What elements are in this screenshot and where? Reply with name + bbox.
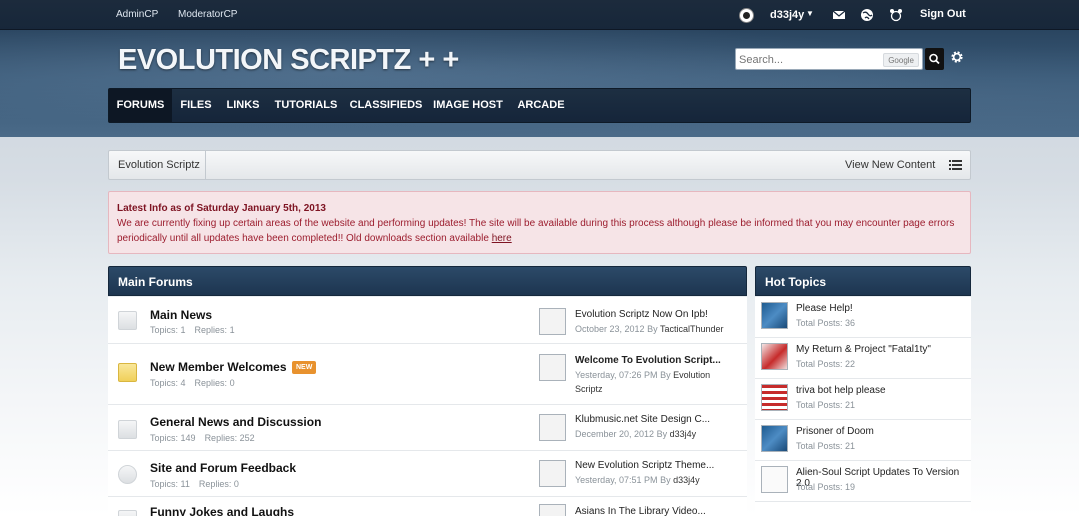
topic-author-avatar[interactable] bbox=[761, 466, 788, 493]
tab-files[interactable]: FILES bbox=[175, 89, 217, 122]
last-post-meta: December 20, 2012 By d33j4y bbox=[575, 429, 697, 439]
hot-topic-posts: Total Posts: 21 bbox=[796, 400, 856, 410]
topic-author-avatar[interactable] bbox=[761, 384, 788, 411]
forum-title[interactable]: Main News bbox=[150, 308, 212, 322]
last-poster-avatar[interactable] bbox=[539, 354, 566, 381]
last-poster-avatar[interactable] bbox=[539, 414, 566, 441]
forum-row: Funny Jokes and Laughs Asians In The Lib… bbox=[108, 498, 747, 516]
search-input[interactable] bbox=[739, 52, 879, 67]
gear-icon[interactable] bbox=[949, 49, 965, 65]
hot-topics-heading[interactable]: Hot Topics bbox=[755, 266, 971, 296]
list-icon[interactable] bbox=[949, 159, 962, 171]
notice-here-link[interactable]: here bbox=[492, 233, 512, 244]
last-post-title[interactable]: Asians In The Library Video... bbox=[575, 506, 706, 516]
last-poster-avatar[interactable] bbox=[539, 460, 566, 487]
last-poster-avatar[interactable] bbox=[539, 504, 566, 516]
hot-topic-item: Prisoner of Doom Total Posts: 21 bbox=[755, 420, 971, 461]
breadcrumb: Evolution Scriptz View New Content bbox=[108, 150, 971, 180]
forum-stats: Topics: 4 Replies: 0 bbox=[150, 378, 235, 388]
last-poster-link[interactable]: TacticalThunder bbox=[660, 324, 724, 334]
last-post-meta: October 23, 2012 By TacticalThunder bbox=[575, 324, 724, 334]
moderatorcp-link[interactable]: ModeratorCP bbox=[178, 9, 237, 20]
hot-topic-posts: Total Posts: 22 bbox=[796, 359, 856, 369]
hot-topic-posts: Total Posts: 36 bbox=[796, 318, 856, 328]
user-avatar-icon[interactable] bbox=[739, 8, 754, 23]
search-button[interactable] bbox=[925, 48, 944, 70]
notice-body: We are currently fixing up certain areas… bbox=[117, 216, 962, 246]
tab-tutorials[interactable]: TUTORIALS bbox=[271, 89, 341, 122]
mail-icon[interactable] bbox=[832, 8, 846, 22]
tab-links[interactable]: LINKS bbox=[221, 89, 265, 122]
last-post-title[interactable]: Welcome To Evolution Script... bbox=[575, 355, 721, 366]
hot-topic-item: Please Help! Total Posts: 36 bbox=[755, 297, 971, 338]
tab-forums[interactable]: FORUMS bbox=[109, 89, 172, 122]
topic-author-avatar[interactable] bbox=[761, 302, 788, 329]
last-post-meta: Yesterday, 07:26 PM By Evolution Scriptz bbox=[575, 370, 711, 394]
main-forums-list: Main News Topics: 1 Replies: 1 Evolution … bbox=[108, 297, 747, 516]
breadcrumb-divider bbox=[205, 151, 206, 179]
globe-icon[interactable] bbox=[860, 8, 874, 22]
site-logo[interactable]: EVOLUTION SCRIPTZ + + bbox=[118, 44, 459, 77]
breadcrumb-root[interactable]: Evolution Scriptz bbox=[118, 159, 200, 171]
topic-author-avatar[interactable] bbox=[761, 343, 788, 370]
chevron-down-icon[interactable]: ▼ bbox=[806, 9, 814, 18]
forum-title[interactable]: Site and Forum Feedback bbox=[150, 461, 296, 475]
forum-read-icon bbox=[118, 420, 137, 439]
forum-title[interactable]: New Member Welcomes bbox=[150, 360, 287, 374]
forum-row: Site and Forum Feedback Topics: 11 Replie… bbox=[108, 452, 747, 497]
last-post-title[interactable]: Evolution Scriptz Now On Ipb! bbox=[575, 309, 708, 320]
tab-image-host[interactable]: IMAGE HOST bbox=[431, 89, 505, 122]
search-icon bbox=[929, 53, 940, 65]
forum-read-icon bbox=[118, 510, 137, 516]
hot-topic-title[interactable]: Please Help! bbox=[796, 303, 853, 314]
last-post-title[interactable]: Klubmusic.net Site Design C... bbox=[575, 414, 710, 425]
last-post-title[interactable]: New Evolution Scriptz Theme... bbox=[575, 460, 714, 471]
sign-out-link[interactable]: Sign Out bbox=[920, 8, 966, 20]
hot-topic-title[interactable]: Prisoner of Doom bbox=[796, 426, 874, 437]
announcement-notice: Latest Info as of Saturday January 5th, … bbox=[108, 191, 971, 254]
last-poster-avatar[interactable] bbox=[539, 308, 566, 335]
hot-topic-title[interactable]: My Return & Project "Fatal1ty" bbox=[796, 344, 931, 355]
top-bar: AdminCP ModeratorCP d33j4y ▼ Sign Out bbox=[0, 0, 1079, 30]
hot-topic-posts: Total Posts: 21 bbox=[796, 441, 856, 451]
hot-topics-list: Please Help! Total Posts: 36 My Return &… bbox=[755, 297, 971, 516]
new-badge: NEW bbox=[292, 361, 317, 374]
hot-topic-posts: Total Posts: 19 bbox=[796, 482, 856, 492]
forum-stats: Topics: 1 Replies: 1 bbox=[150, 325, 235, 335]
last-post-meta: Yesterday, 07:51 PM By d33j4y bbox=[575, 475, 700, 485]
hot-topic-title[interactable]: triva bot help please bbox=[796, 385, 886, 396]
view-new-content-link[interactable]: View New Content bbox=[845, 159, 935, 171]
hot-topic-item: My Return & Project "Fatal1ty" Total Pos… bbox=[755, 338, 971, 379]
tab-classifieds[interactable]: CLASSIFIEDS bbox=[349, 89, 423, 122]
tab-arcade[interactable]: ARCADE bbox=[515, 89, 567, 122]
forum-read-icon bbox=[118, 311, 137, 330]
forum-redirect-icon bbox=[118, 465, 137, 484]
topic-author-avatar[interactable] bbox=[761, 425, 788, 452]
search-box: Google bbox=[735, 48, 923, 70]
forum-row: General News and Discussion Topics: 149 R… bbox=[108, 406, 747, 451]
main-forums-heading[interactable]: Main Forums bbox=[108, 266, 747, 296]
forum-row: New Member Welcomes NEW Topics: 4 Replies… bbox=[108, 345, 747, 405]
forum-title[interactable]: General News and Discussion bbox=[150, 415, 321, 429]
forum-row: Main News Topics: 1 Replies: 1 Evolution … bbox=[108, 297, 747, 344]
notice-title: Latest Info as of Saturday January 5th, … bbox=[117, 203, 326, 214]
notice-text: We are currently fixing up certain areas… bbox=[117, 218, 955, 244]
forum-unread-icon bbox=[118, 363, 137, 382]
hot-topic-item: triva bot help please Total Posts: 21 bbox=[755, 379, 971, 420]
last-poster-link[interactable]: d33j4y bbox=[673, 475, 700, 485]
main-nav: FORUMS FILES LINKS TUTORIALS CLASSIFIEDS… bbox=[108, 88, 971, 123]
forum-title[interactable]: Funny Jokes and Laughs bbox=[150, 505, 294, 516]
forum-stats: Topics: 149 Replies: 252 bbox=[150, 433, 255, 443]
forum-stats: Topics: 11 Replies: 0 bbox=[150, 479, 239, 489]
notifications-icon[interactable] bbox=[889, 8, 903, 22]
site-header: EVOLUTION SCRIPTZ + + Google FORUMS FILE… bbox=[0, 30, 1079, 137]
username-menu[interactable]: d33j4y bbox=[770, 9, 804, 21]
hot-topic-item: Alien-Soul Script Updates To Version 2.0… bbox=[755, 461, 971, 502]
admincp-link[interactable]: AdminCP bbox=[116, 9, 158, 20]
last-poster-link[interactable]: d33j4y bbox=[670, 429, 697, 439]
search-engine-label: Google bbox=[883, 53, 919, 67]
